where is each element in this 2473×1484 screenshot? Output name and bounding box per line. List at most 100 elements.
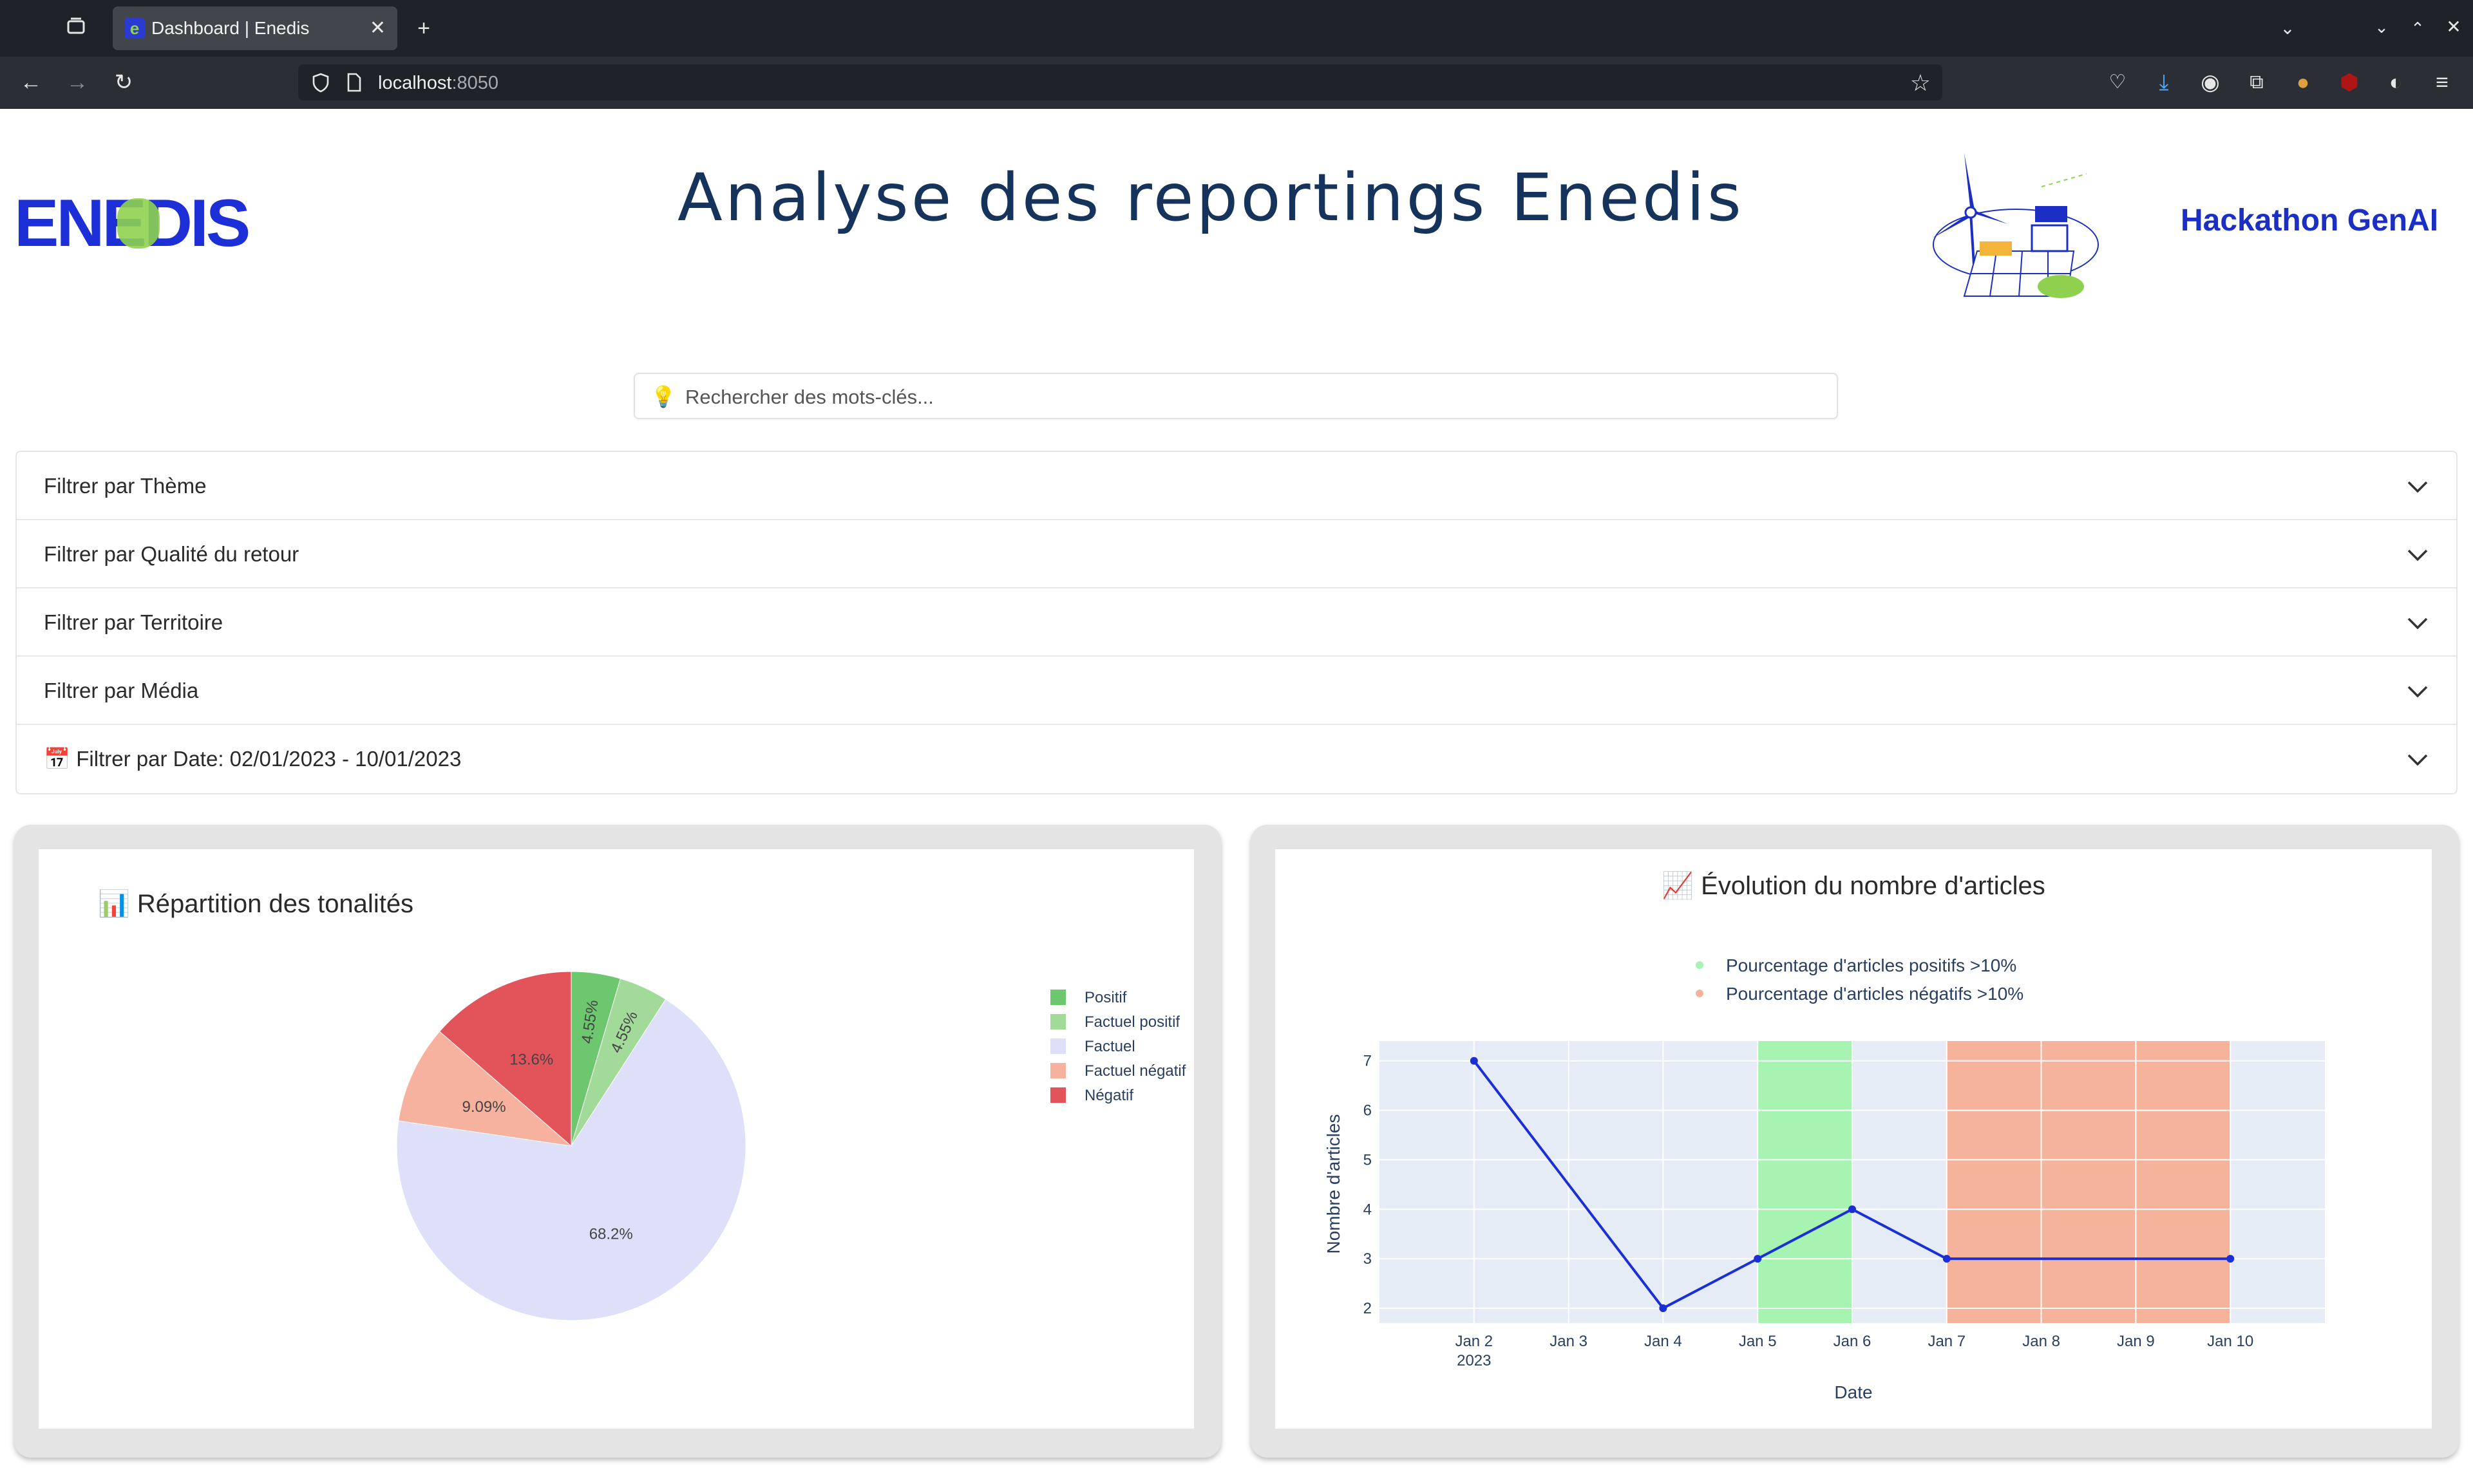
data-point[interactable] (1470, 1057, 1478, 1065)
chevron-down-icon[interactable] (2405, 679, 2430, 704)
pie-slice-label: 9.09% (462, 1098, 506, 1116)
legend-swatch[interactable] (1050, 990, 1066, 1005)
chevron-down-icon[interactable] (2405, 542, 2430, 568)
y-tick-label: 5 (1363, 1151, 1372, 1169)
data-point[interactable] (1942, 1255, 1951, 1263)
x-tick-year: 2023 (1457, 1352, 1491, 1369)
x-tick-label: Jan 10 (2207, 1333, 2253, 1350)
legend-swatch[interactable] (1050, 1063, 1066, 1078)
filter-territory-label: Filtrer par Territoire (44, 610, 223, 634)
search-input[interactable] (684, 380, 1826, 414)
data-point[interactable] (1848, 1205, 1856, 1214)
articles-panel: 📈 Évolution du nombre d'articles Pourcen… (1251, 825, 2459, 1458)
x-axis-title: Date (1834, 1382, 1872, 1402)
legend-swatch[interactable] (1050, 1038, 1066, 1054)
dark-reader-icon[interactable]: ◐ (2382, 70, 2410, 95)
x-tick-label: Jan 5 (1739, 1333, 1777, 1350)
enedis-favicon-icon: e (124, 18, 145, 39)
data-point[interactable] (1659, 1304, 1667, 1312)
page-info-icon[interactable] (346, 72, 363, 96)
list-tabs-icon[interactable]: ⌄ (2273, 15, 2302, 41)
tonality-panel: 📊 Répartition des tonalités 4.55% 4.55% 68… (14, 825, 1221, 1458)
pie-slices: 4.55% 4.55%68.2%9.09%13.6% (396, 971, 746, 1321)
y-tick-label: 4 (1363, 1201, 1372, 1218)
legend-positive-marker (1696, 961, 1703, 969)
filter-theme-label: Filtrer par Thème (44, 474, 207, 498)
new-tab-icon[interactable]: + (410, 15, 438, 41)
pie-slice-label: 13.6% (509, 1051, 553, 1068)
filter-theme[interactable]: Filtrer par Thème (17, 452, 2456, 520)
bookmark-star-icon[interactable]: ☆ (1910, 70, 1931, 97)
url-port: :8050 (451, 73, 499, 93)
data-point[interactable] (1754, 1255, 1762, 1263)
pie-legend: Positif Factuel positif Factuel Factuel nég… (1050, 989, 1186, 1104)
lightbulb-icon: 💡 (650, 385, 676, 408)
x-tick-label: Jan 9 (2117, 1333, 2155, 1350)
filter-quality[interactable]: Filtrer par Qualité du retour (17, 520, 2456, 588)
chevron-down-icon[interactable] (2405, 474, 2430, 500)
x-tick-label: Jan 3 (1549, 1333, 1587, 1350)
x-tick-label: Jan 8 (2022, 1333, 2060, 1350)
keyword-search: 💡 (634, 373, 1838, 419)
account-icon[interactable]: ◉ (2196, 70, 2224, 95)
menu-icon[interactable]: ≡ (2428, 70, 2456, 95)
pocket-icon[interactable]: ♡ (2103, 70, 2132, 95)
legend-label[interactable]: Positif (1085, 989, 1127, 1006)
x-tick-label: Jan 7 (1928, 1333, 1966, 1350)
close-window-icon[interactable]: ✕ (2440, 14, 2468, 40)
url-host: localhost (378, 73, 452, 93)
url-text[interactable]: localhost:8050 (378, 73, 498, 94)
browser-tab-bar: e Dashboard | Enedis ✕ + ⌄ ⌄ ⌃ ✕ (0, 0, 2473, 57)
filter-date[interactable]: 📅 Filtrer par Date: 02/01/2023 - 10/01/2… (17, 725, 2456, 793)
chevron-down-icon[interactable] (2405, 747, 2430, 773)
downloads-icon[interactable]: ⤓ (2150, 70, 2178, 95)
filter-territory[interactable]: Filtrer par Territoire (17, 588, 2456, 657)
reload-icon[interactable]: ↻ (109, 70, 138, 95)
shield-icon[interactable] (311, 72, 330, 96)
legend-label[interactable]: Factuel (1085, 1038, 1135, 1055)
legend-positive-label: Pourcentage d'articles positifs >10% (1726, 955, 2016, 975)
ublock-icon[interactable]: ⬢ (2335, 70, 2364, 95)
legend-negative-marker (1696, 990, 1703, 997)
pie-slice-label: 68.2% (589, 1226, 633, 1243)
filter-quality-label: Filtrer par Qualité du retour (44, 542, 299, 566)
positive-band (1758, 1041, 1852, 1323)
y-tick-label: 6 (1363, 1102, 1372, 1120)
chevron-down-icon[interactable] (2405, 610, 2430, 636)
filter-media-label: Filtrer par Média (44, 679, 199, 702)
forward-icon[interactable]: → (63, 70, 91, 95)
negative-band (1946, 1041, 2231, 1323)
legend-label[interactable]: Négatif (1085, 1087, 1133, 1104)
legend-label[interactable]: Factuel négatif (1085, 1062, 1186, 1080)
legend-negative-label: Pourcentage d'articles négatifs >10% (1726, 984, 2023, 1004)
close-tab-icon[interactable]: ✕ (370, 17, 386, 39)
y-tick-label: 7 (1363, 1053, 1372, 1070)
filter-media[interactable]: Filtrer par Média (17, 657, 2456, 725)
active-tab[interactable]: e Dashboard | Enedis ✕ (113, 6, 397, 50)
line-plot-area: Jan 2 2023 Jan 3 Jan 4 Jan 5 Jan 6 Jan 7 Jan 8 J… (1363, 1041, 2325, 1369)
pie-chart-title: 📊 Répartition des tonalités (98, 888, 413, 918)
x-tick-label: Jan 4 (1644, 1333, 1682, 1350)
y-tick-label: 2 (1363, 1300, 1372, 1317)
x-tick-label: Jan 6 (1833, 1333, 1871, 1350)
back-icon[interactable]: ← (17, 70, 45, 95)
legend-label[interactable]: Factuel positif (1085, 1013, 1180, 1031)
maximize-icon[interactable]: ⌃ (2403, 15, 2432, 41)
articles-line-chart: 📈 Évolution du nombre d'articles Pourcen… (1323, 870, 2325, 1402)
hackathon-label: Hackathon GenAI (2181, 203, 2439, 238)
y-axis-title: Nombre d'articles (1323, 1114, 1343, 1254)
tab-title: Dashboard | Enedis (151, 18, 310, 38)
wind-solar-illustration (1932, 153, 2099, 298)
data-point[interactable] (2226, 1255, 2235, 1263)
browser-nav-bar: ← → ↻ localhost:8050 ☆ ♡ ⤓ ◉ ⧉ ● ⬢ ◐ ≡ (0, 57, 2473, 109)
minimize-icon[interactable]: ⌄ (2367, 14, 2396, 40)
filter-date-label: 📅 Filtrer par Date: 02/01/2023 - 10/01/2… (44, 747, 462, 771)
tab-overview-icon[interactable] (62, 15, 90, 43)
legend-swatch[interactable] (1050, 1087, 1066, 1103)
address-bar[interactable]: localhost:8050 ☆ (298, 64, 1942, 100)
extensions-icon[interactable]: ⧉ (2242, 70, 2271, 95)
line-legend: Pourcentage d'articles positifs >10% Pou… (1696, 955, 2023, 1004)
legend-swatch[interactable] (1050, 1014, 1066, 1029)
extension-avatar-icon[interactable]: ● (2289, 70, 2317, 95)
y-tick-label: 3 (1363, 1250, 1372, 1268)
